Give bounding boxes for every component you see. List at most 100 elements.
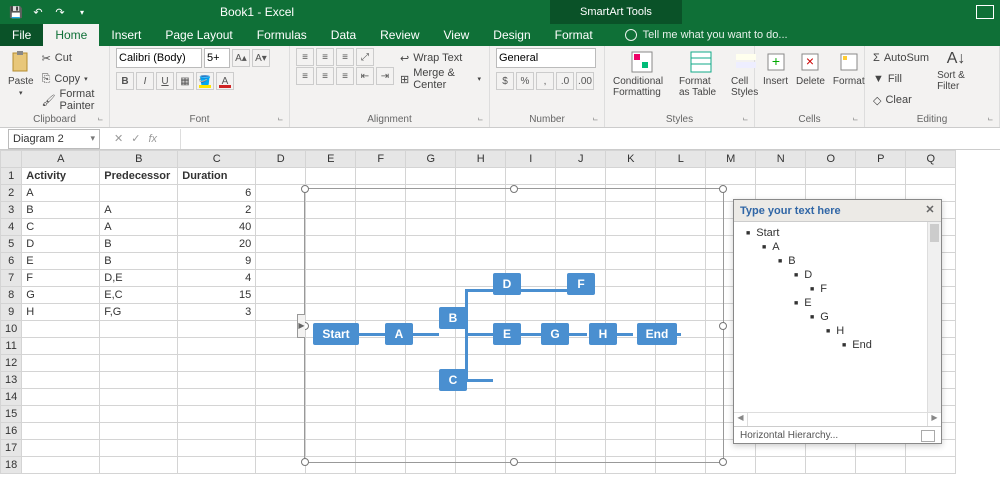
row-header[interactable]: 9	[1, 304, 22, 321]
insert-cells-button[interactable]: +Insert	[761, 48, 790, 89]
italic-button[interactable]: I	[136, 72, 154, 90]
ribbon-display-icon[interactable]	[976, 5, 994, 19]
resize-handle[interactable]	[719, 458, 727, 466]
scroll-left-icon[interactable]: ◀	[734, 413, 748, 426]
text-pane-item[interactable]: D	[736, 268, 939, 282]
tab-design[interactable]: Design	[481, 24, 542, 46]
scrollbar-vertical[interactable]	[927, 222, 941, 412]
number-format-combo[interactable]	[496, 48, 596, 68]
paste-button[interactable]: Paste ▾	[6, 48, 36, 99]
text-pane-footer[interactable]: Horizontal Hierarchy...	[734, 426, 941, 444]
row-header[interactable]: 4	[1, 219, 22, 236]
row-header[interactable]: 6	[1, 253, 22, 270]
tab-page-layout[interactable]: Page Layout	[153, 24, 244, 46]
font-name-combo[interactable]	[116, 48, 202, 68]
col-header[interactable]: M	[706, 151, 756, 168]
worksheet-area[interactable]: ABCDEFGHIJKLMNOPQ1ActivityPredecessorDur…	[0, 150, 1000, 503]
tab-file[interactable]: File	[0, 24, 43, 46]
node-h[interactable]: H	[589, 323, 617, 345]
tab-data[interactable]: Data	[319, 24, 368, 46]
percent-icon[interactable]: %	[516, 72, 534, 90]
decrease-indent-icon[interactable]: ⇤	[356, 67, 374, 85]
font-size-combo[interactable]	[204, 48, 230, 68]
tell-me-search[interactable]: Tell me what you want to do...	[625, 29, 788, 41]
formula-bar[interactable]	[180, 129, 1000, 149]
fx-icon[interactable]: fx	[148, 133, 157, 145]
close-icon[interactable]: ✕	[923, 203, 937, 217]
tab-home[interactable]: Home	[43, 24, 99, 46]
text-pane-header[interactable]: Type your text here ✕	[734, 200, 941, 222]
tab-review[interactable]: Review	[368, 24, 431, 46]
align-bottom-icon[interactable]: ≡	[336, 48, 354, 66]
node-f[interactable]: F	[567, 273, 595, 295]
col-header[interactable]: C	[178, 151, 256, 168]
scrollbar-horizontal[interactable]: ◀ ▶	[734, 412, 941, 426]
text-pane-toggle[interactable]: ▶	[297, 314, 305, 338]
row-header[interactable]: 15	[1, 406, 22, 423]
format-cells-button[interactable]: Format	[831, 48, 867, 89]
row-header[interactable]: 10	[1, 321, 22, 338]
comma-icon[interactable]: ,	[536, 72, 554, 90]
format-painter-button[interactable]: 🖌Format Painter	[40, 90, 103, 110]
row-header[interactable]: 3	[1, 202, 22, 219]
col-header[interactable]: P	[856, 151, 906, 168]
col-header[interactable]: B	[100, 151, 178, 168]
node-d[interactable]: D	[493, 273, 521, 295]
name-box[interactable]: Diagram 2	[8, 129, 100, 149]
currency-icon[interactable]: $	[496, 72, 514, 90]
clear-button[interactable]: ◇Clear	[871, 90, 931, 110]
col-header[interactable]: H	[456, 151, 506, 168]
text-pane-item[interactable]: F	[736, 282, 939, 296]
smartart-text-pane[interactable]: Type your text here ✕ StartABDFEGHEnd ◀ …	[733, 199, 942, 444]
row-header[interactable]: 7	[1, 270, 22, 287]
node-c[interactable]: C	[439, 369, 467, 391]
align-right-icon[interactable]: ≡	[336, 67, 354, 85]
node-g[interactable]: G	[541, 323, 569, 345]
increase-decimal-icon[interactable]: .0	[556, 72, 574, 90]
tab-formulas[interactable]: Formulas	[245, 24, 319, 46]
node-e[interactable]: E	[493, 323, 521, 345]
row-header[interactable]: 2	[1, 185, 22, 202]
fill-color-button[interactable]: 🪣	[196, 72, 214, 90]
increase-font-icon[interactable]: A▴	[232, 49, 250, 67]
col-header[interactable]: I	[506, 151, 556, 168]
row-header[interactable]: 18	[1, 457, 22, 474]
text-pane-item[interactable]: End	[736, 338, 939, 352]
merge-center-button[interactable]: ⊞Merge & Center▾	[398, 69, 483, 89]
text-pane-item[interactable]: H	[736, 324, 939, 338]
col-header[interactable]: A	[22, 151, 100, 168]
node-start[interactable]: Start	[313, 323, 359, 345]
node-end[interactable]: End	[637, 323, 677, 345]
text-pane-item[interactable]: B	[736, 254, 939, 268]
delete-cells-button[interactable]: ×Delete	[794, 48, 827, 89]
col-header[interactable]: G	[406, 151, 456, 168]
resize-handle[interactable]	[719, 185, 727, 193]
col-header[interactable]: L	[656, 151, 706, 168]
autosum-button[interactable]: ΣAutoSum	[871, 48, 931, 68]
row-header[interactable]: 13	[1, 372, 22, 389]
enter-icon[interactable]: ✓	[131, 132, 140, 145]
redo-icon[interactable]: ↷	[50, 2, 70, 22]
font-color-button[interactable]: A	[216, 72, 234, 90]
decrease-decimal-icon[interactable]: .00	[576, 72, 594, 90]
row-header[interactable]: 17	[1, 440, 22, 457]
undo-icon[interactable]: ↶	[28, 2, 48, 22]
row-header[interactable]: 5	[1, 236, 22, 253]
increase-indent-icon[interactable]: ⇥	[376, 67, 394, 85]
resize-handle[interactable]	[719, 322, 727, 330]
align-center-icon[interactable]: ≡	[316, 67, 334, 85]
resize-handle[interactable]	[510, 185, 518, 193]
copy-button[interactable]: ⎘Copy▾	[40, 69, 103, 89]
text-pane-item[interactable]: Start	[736, 226, 939, 240]
col-header[interactable]: K	[606, 151, 656, 168]
qat-customize-icon[interactable]: ▾	[72, 2, 92, 22]
col-header[interactable]: F	[356, 151, 406, 168]
sort-filter-button[interactable]: A↓Sort & Filter	[935, 48, 977, 94]
row-header[interactable]: 8	[1, 287, 22, 304]
row-header[interactable]: 12	[1, 355, 22, 372]
resize-handle[interactable]	[301, 185, 309, 193]
border-button[interactable]: ▦	[176, 72, 194, 90]
row-header[interactable]: 16	[1, 423, 22, 440]
cancel-icon[interactable]: ✕	[114, 132, 123, 145]
text-pane-item[interactable]: A	[736, 240, 939, 254]
